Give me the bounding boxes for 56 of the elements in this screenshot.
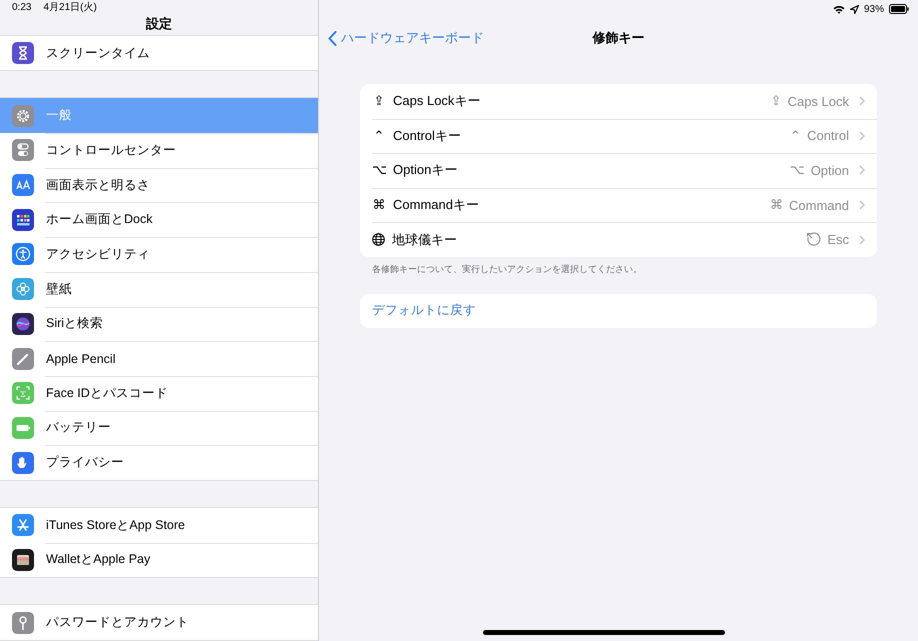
- chevron-icon: [859, 200, 865, 210]
- key-symbol: ⌃: [372, 128, 386, 144]
- key-label: Caps Lockキー: [393, 92, 480, 110]
- footer-note: 各修飾キーについて、実行したいアクションを選択してください。: [371, 262, 643, 276]
- sidebar-item[interactable]: Face IDとパスコード: [0, 376, 318, 411]
- modifier-key-row[interactable]: ⌥ Optionキー ⌥ Option: [360, 153, 877, 188]
- key-label: 地球儀キー: [392, 230, 457, 249]
- sidebar-item[interactable]: iTunes StoreとApp Store: [0, 508, 318, 543]
- reset-button[interactable]: デフォルトに戻す: [360, 294, 877, 328]
- page-title: 修飾キー: [592, 29, 644, 47]
- sidebar-item[interactable]: 画面表示と明るさ: [0, 168, 318, 202]
- sidebar-item[interactable]: Siriと検索: [0, 306, 318, 342]
- sidebar-item[interactable]: 壁紙: [0, 272, 318, 306]
- key-symbol: ⇪: [770, 93, 782, 110]
- key-symbol: ⌥: [372, 162, 386, 178]
- sidebar-item[interactable]: コントロールセンター: [0, 133, 318, 168]
- status-time: 0:23: [12, 2, 32, 12]
- wifi-icon: [832, 4, 845, 14]
- status-date: 4月21日(火): [43, 0, 97, 14]
- chevron-icon: [859, 130, 865, 141]
- key-label: Commandキー: [393, 196, 479, 214]
- sidebar-item[interactable]: バッテリー: [0, 410, 318, 446]
- globe-icon: [372, 233, 385, 246]
- chevron-icon: [859, 234, 865, 245]
- key-value: Caps Lock: [788, 94, 849, 109]
- sidebar-item[interactable]: スクリーンタイム: [0, 36, 318, 70]
- chevron-icon: [859, 165, 865, 176]
- key-symbol: ⌘: [372, 197, 386, 214]
- key-label: Controlキー: [393, 126, 461, 145]
- sidebar-item[interactable]: プライバシー: [0, 445, 318, 480]
- modifier-key-row[interactable]: ⇪ Caps Lockキー ⇪ Caps Lock: [360, 84, 877, 119]
- key-label: Optionキー: [393, 161, 458, 180]
- modifier-key-row[interactable]: 地球儀キー Esc: [360, 222, 877, 257]
- sidebar-item[interactable]: WalletとApple Pay: [0, 542, 318, 578]
- back-button[interactable]: ハードウェアキーボード: [328, 29, 484, 47]
- key-symbol: ⌘: [770, 197, 784, 214]
- sidebar-item[interactable]: パスワードとアカウント: [0, 605, 318, 640]
- key-symbol: ⌃: [790, 128, 802, 144]
- sidebar-title: 設定: [146, 15, 172, 34]
- battery-percent: 93%: [864, 4, 884, 14]
- sidebar-item[interactable]: アクセシビリティ: [0, 237, 318, 272]
- sidebar-item[interactable]: Apple Pencil: [0, 341, 318, 376]
- battery-icon: [889, 4, 909, 14]
- escape-icon: [806, 232, 822, 248]
- modifier-key-row[interactable]: ⌃ Controlキー ⌃ Control: [360, 118, 877, 154]
- sidebar-item[interactable]: ホーム画面とDock: [0, 202, 318, 238]
- location-arrow-icon: [850, 4, 859, 14]
- chevron-icon: [859, 96, 865, 106]
- key-value: Command: [789, 198, 849, 213]
- modifier-key-row[interactable]: ⌘ Commandキー ⌘ Command: [360, 188, 877, 222]
- key-value: Control: [807, 128, 849, 144]
- key-value: Option: [810, 162, 849, 178]
- key-symbol: ⌥: [790, 162, 805, 178]
- back-chevron-icon: [328, 30, 337, 46]
- key-value: Esc: [827, 232, 849, 248]
- key-symbol: ⇪: [372, 93, 386, 110]
